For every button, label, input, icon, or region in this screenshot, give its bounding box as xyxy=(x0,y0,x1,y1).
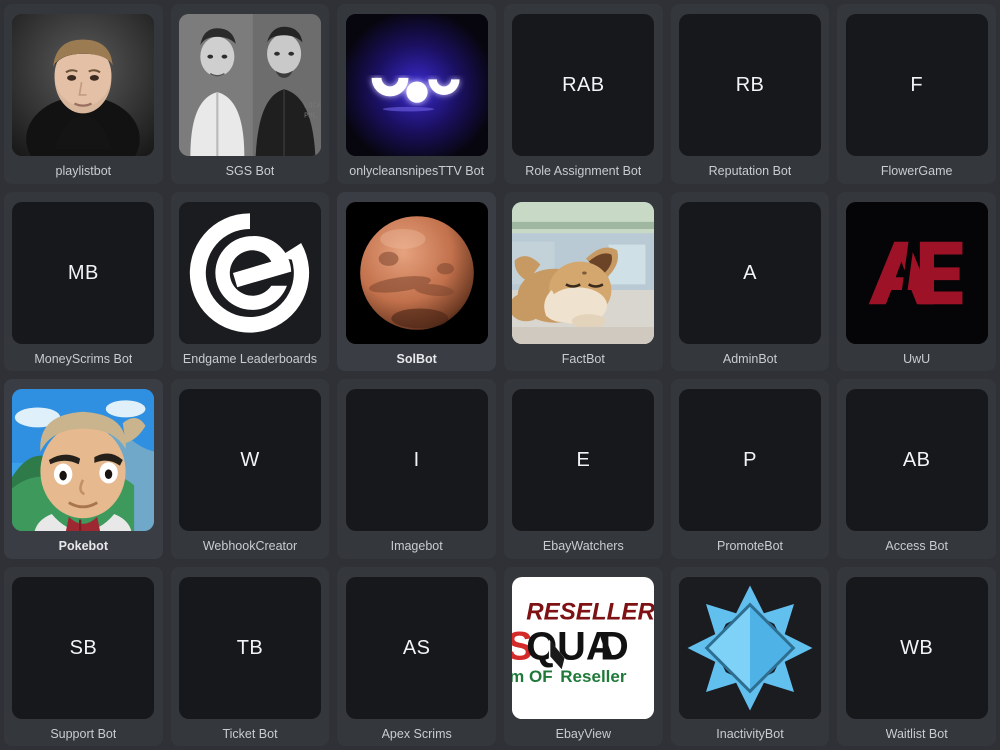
duo-portrait-bw-photo[interactable]: LOCA PHL xyxy=(178,14,321,156)
avatar-initials: A xyxy=(743,261,757,284)
bot-name-label: MoneyScrims Bot xyxy=(34,352,133,366)
avatar-initials: W xyxy=(240,449,260,471)
bot-name-label: Reputation Bot xyxy=(708,165,792,178)
bot-card[interactable]: MB MoneyScrims Bot xyxy=(4,191,163,371)
bot-name-label: InactivityBot xyxy=(716,727,784,741)
bot-name-label: Pokebot xyxy=(58,540,108,553)
avatar-initials: SB xyxy=(69,636,98,659)
svg-text:m OF: m OF xyxy=(512,667,553,686)
avatar-initials: RAB xyxy=(562,74,605,96)
bot-card[interactable]: LOCA PHL SGS Bot xyxy=(170,4,330,184)
bot-card[interactable]: SB Support Bot xyxy=(4,566,163,746)
avatar-initials: AS xyxy=(402,636,431,659)
bot-name-label: FlowerGame xyxy=(880,165,953,178)
bot-name-label: Support Bot xyxy=(50,727,117,741)
avatar-initials: AB xyxy=(902,449,931,471)
bot-card[interactable]: FactBot xyxy=(504,191,663,371)
initials-avatar[interactable]: I xyxy=(345,389,488,531)
initials-avatar[interactable]: MB xyxy=(12,201,155,344)
bot-name-label: PromoteBot xyxy=(716,540,783,553)
bot-name-label: Ticket Bot xyxy=(222,727,278,741)
initials-avatar[interactable]: SB xyxy=(12,576,155,719)
bot-card[interactable]: RESELLERS S QUA D m OF Reseller EbayView xyxy=(504,566,663,746)
portrait-young-man-photo[interactable] xyxy=(12,14,155,156)
bot-card[interactable]: E EbayWatchers xyxy=(504,379,663,559)
avatar-initials: RB xyxy=(735,74,765,96)
bot-card[interactable]: UwU xyxy=(837,191,996,371)
bot-card[interactable]: InactivityBot xyxy=(670,566,830,746)
bot-name-label: AdminBot xyxy=(722,352,778,366)
eevee-anime-photo[interactable] xyxy=(512,201,655,344)
blue-diamond-star-logo[interactable] xyxy=(678,576,821,719)
ae-monogram-logo[interactable] xyxy=(845,201,988,344)
bot-card[interactable]: W WebhookCreator xyxy=(170,379,330,559)
svg-text:LOCA: LOCA xyxy=(304,101,321,110)
bot-card[interactable]: onlycleansnipesTTV Bot xyxy=(337,4,496,184)
svg-text:RESELLERS: RESELLERS xyxy=(527,598,655,625)
bot-card[interactable]: A AdminBot xyxy=(670,191,830,371)
initials-avatar[interactable]: WB xyxy=(845,576,988,719)
initials-avatar[interactable]: AB xyxy=(845,389,988,531)
endgame-e-logo[interactable] xyxy=(178,201,321,344)
avatar-initials: P xyxy=(743,449,757,471)
bot-name-label: Endgame Leaderboards xyxy=(182,352,318,366)
bot-card[interactable]: TB Ticket Bot xyxy=(170,566,330,746)
avatar-initials: F xyxy=(910,74,923,96)
bot-card[interactable]: SolBot xyxy=(337,191,496,371)
bot-card[interactable]: Pokebot xyxy=(4,379,163,559)
avatar-initials: TB xyxy=(236,636,264,659)
resellers-squad-logo[interactable]: RESELLERS S QUA D m OF Reseller xyxy=(512,576,655,719)
avatar-initials: I xyxy=(413,449,420,471)
mars-planet-photo[interactable] xyxy=(345,201,488,344)
bot-name-label: Waitlist Bot xyxy=(885,727,948,741)
svg-text:D: D xyxy=(600,624,629,668)
bot-card[interactable]: AS Apex Scrims xyxy=(337,566,496,746)
bot-name-label: FactBot xyxy=(561,352,605,366)
bot-name-label: onlycleansnipesTTV Bot xyxy=(349,165,485,178)
bot-card[interactable]: P PromoteBot xyxy=(670,379,830,559)
svg-text:PHL: PHL xyxy=(304,111,317,120)
bot-card[interactable]: RAB Role Assignment Bot xyxy=(504,4,663,184)
avatar-initials: MB xyxy=(67,261,99,284)
svg-text:Reseller: Reseller xyxy=(561,667,628,686)
initials-avatar[interactable]: E xyxy=(512,389,655,531)
bot-name-label: Access Bot xyxy=(885,540,948,553)
bot-card[interactable]: I Imagebot xyxy=(337,379,496,559)
bot-name-label: EbayWatchers xyxy=(542,540,624,553)
bot-name-label: Apex Scrims xyxy=(381,727,452,741)
avatar-initials: WB xyxy=(900,636,934,659)
initials-avatar[interactable]: F xyxy=(845,14,988,156)
glowing-eyes-logo[interactable] xyxy=(345,14,488,156)
initials-avatar[interactable]: AS xyxy=(345,576,488,719)
bot-card[interactable]: AB Access Bot xyxy=(837,379,996,559)
bot-card[interactable]: Endgame Leaderboards xyxy=(170,191,330,371)
bot-name-label: EbayView xyxy=(555,727,611,741)
bot-name-label: SolBot xyxy=(396,352,437,366)
avatar-initials: E xyxy=(576,449,591,471)
initials-avatar[interactable]: RAB xyxy=(512,14,655,156)
initials-avatar[interactable]: RB xyxy=(678,14,821,156)
bot-card[interactable]: RB Reputation Bot xyxy=(670,4,830,184)
initials-avatar[interactable]: P xyxy=(678,389,821,531)
bot-name-label: WebhookCreator xyxy=(202,540,298,553)
bot-name-label: SGS Bot xyxy=(225,165,275,178)
bot-card[interactable]: playlistbot xyxy=(4,4,163,184)
bot-card[interactable]: WB Waitlist Bot xyxy=(837,566,996,746)
initials-avatar[interactable]: A xyxy=(678,201,821,344)
initials-avatar[interactable]: TB xyxy=(178,576,321,719)
bot-name-label: UwU xyxy=(903,352,931,366)
bot-name-label: playlistbot xyxy=(55,165,112,178)
bot-grid: playlistbot LOCA PHL SGS Bot onlycleansn… xyxy=(0,0,1000,750)
bot-card[interactable]: F FlowerGame xyxy=(837,4,996,184)
professor-oak-photo[interactable] xyxy=(12,389,155,531)
initials-avatar[interactable]: W xyxy=(178,389,321,531)
bot-name-label: Role Assignment Bot xyxy=(525,165,642,178)
bot-name-label: Imagebot xyxy=(390,540,443,553)
